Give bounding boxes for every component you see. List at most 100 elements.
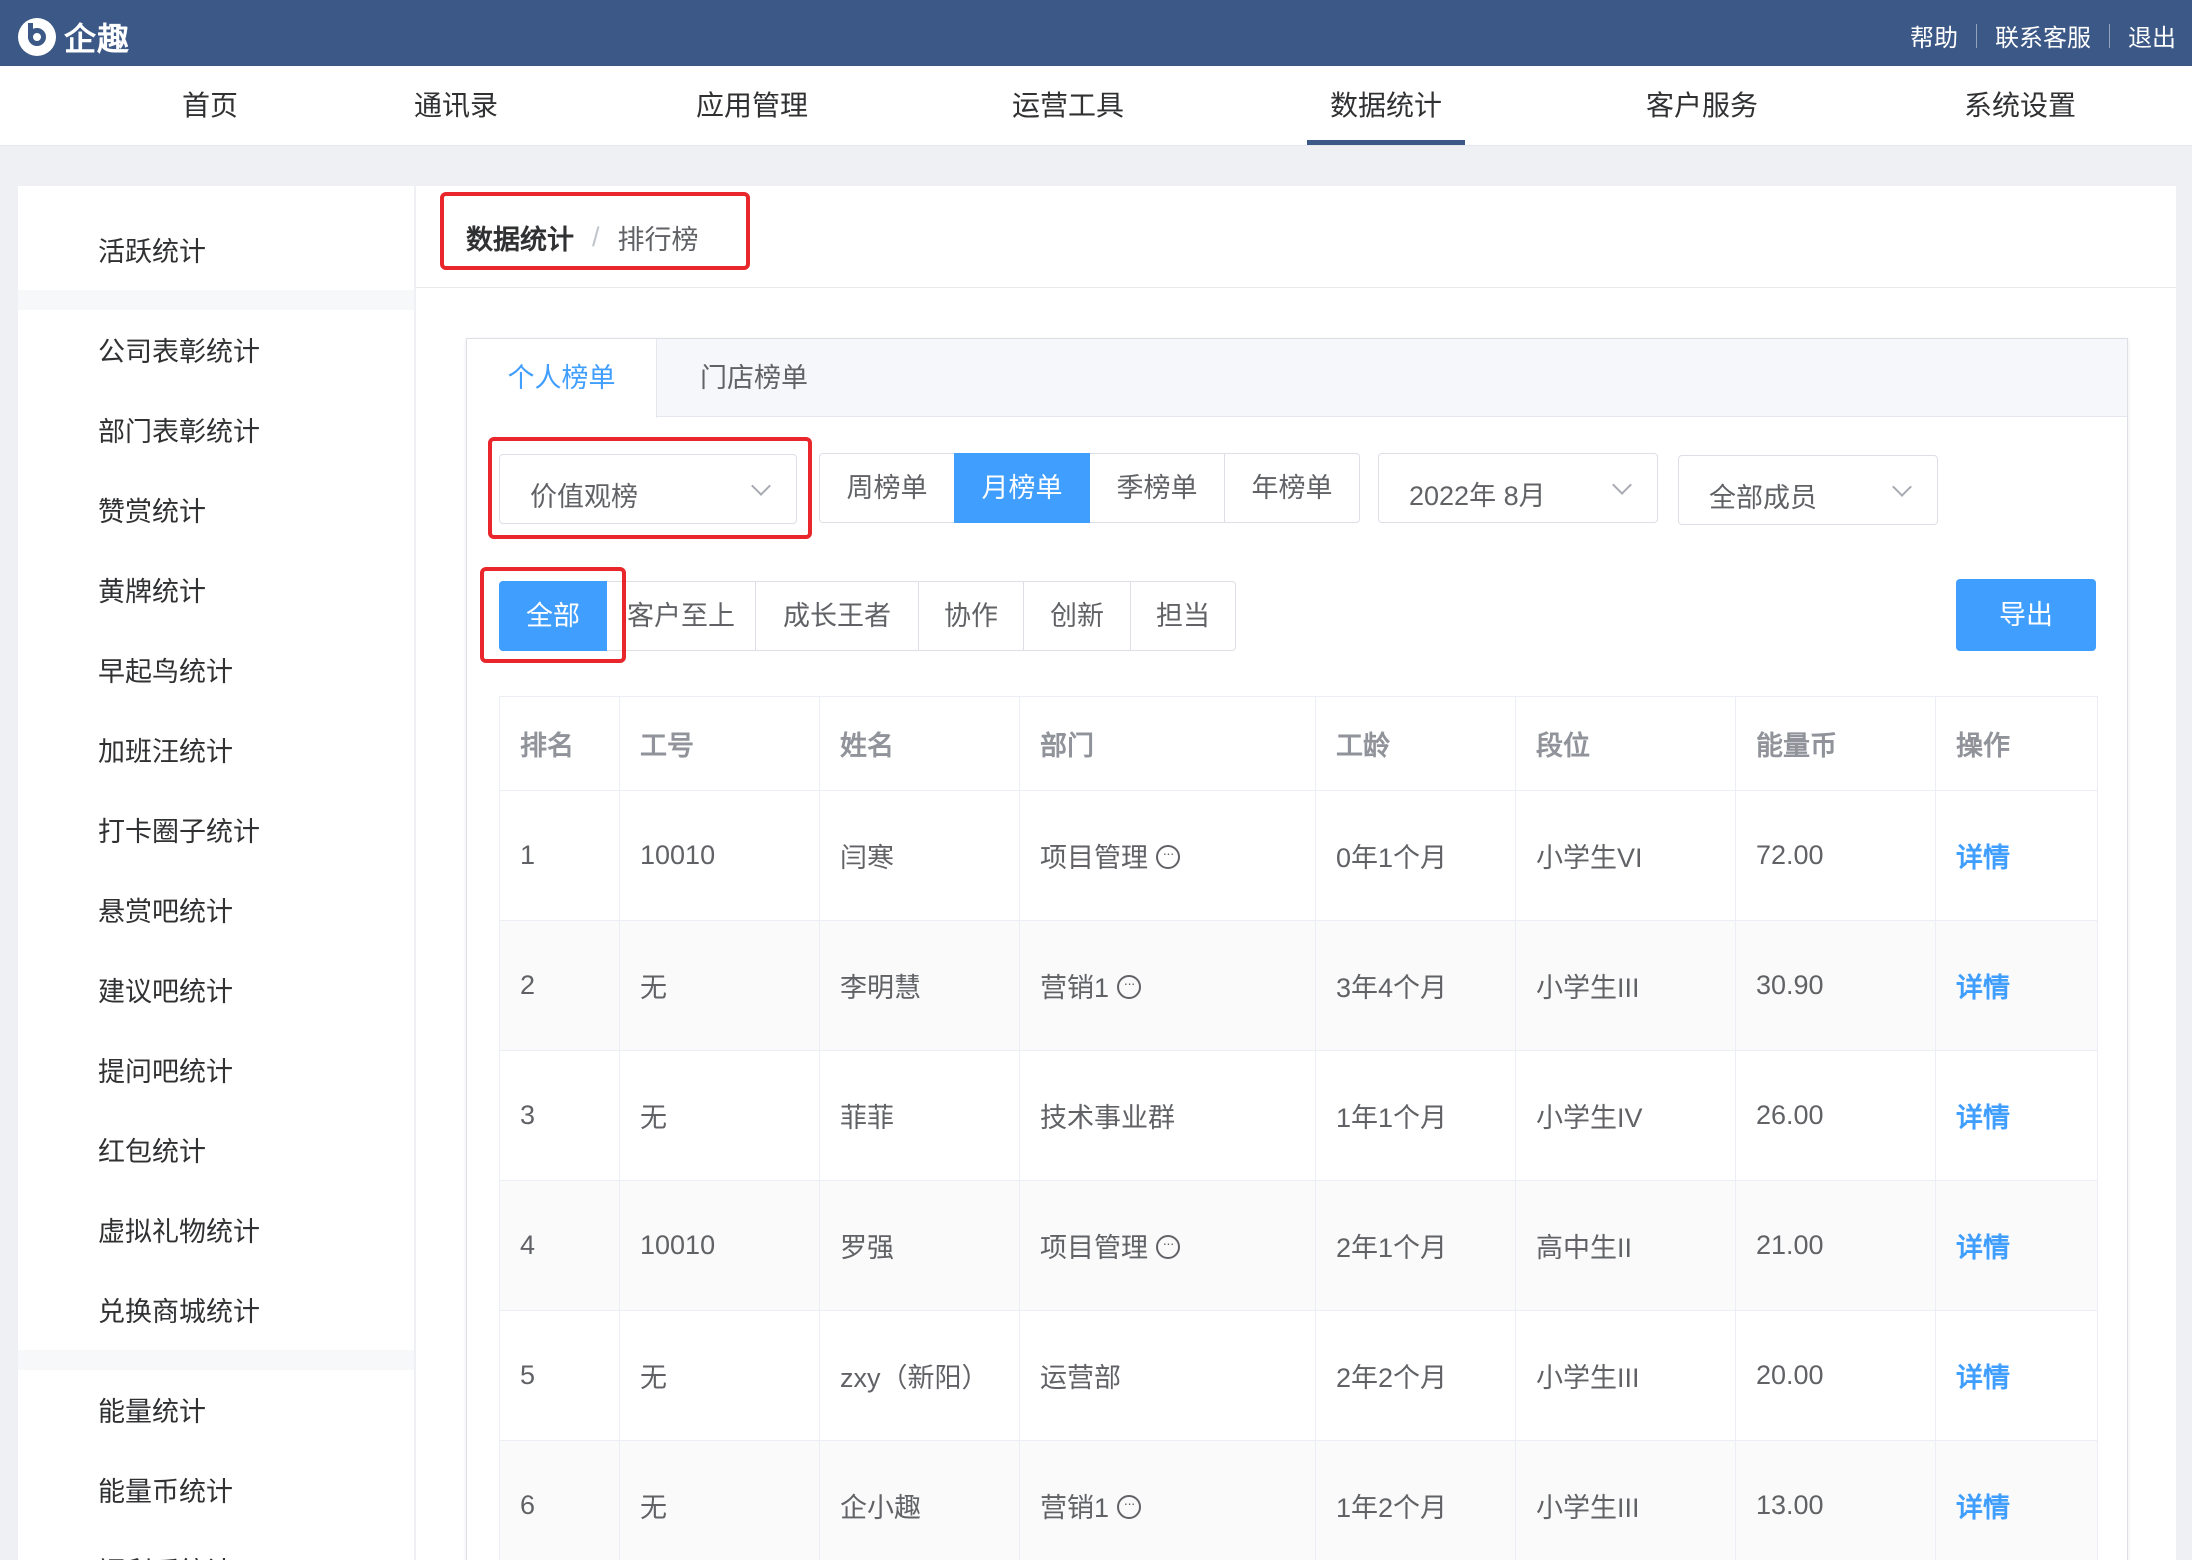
sidebar-item-bounty-stats[interactable]: 悬赏吧统计: [98, 890, 233, 929]
column-header-rank: 排名: [499, 696, 620, 791]
period-quarter-button[interactable]: 季榜单: [1089, 453, 1225, 523]
value-innovation-button[interactable]: 创新: [1023, 581, 1131, 651]
level-cell: 小学生III: [1515, 1440, 1736, 1560]
table-row: 3 无 菲菲 技术事业群 1年1个月 小学生IV 26.00 详情: [499, 1050, 2098, 1181]
value-responsibility-button[interactable]: 担当: [1130, 581, 1236, 651]
detail-link[interactable]: 详情: [1956, 1103, 2010, 1133]
main-content: 数据统计 / 排行榜 个人榜单 门店榜单 价值观榜 周榜单 月榜单 季榜单 年榜…: [416, 186, 2176, 1560]
value-growth-king-button[interactable]: 成长王者: [755, 581, 919, 651]
name-cell: 企小趣: [819, 1440, 1020, 1560]
logout-link[interactable]: 退出: [2128, 18, 2176, 53]
department-name: 项目管理: [1040, 843, 1148, 873]
nav-item-home[interactable]: 首页: [150, 66, 270, 146]
column-header-department: 部门: [1019, 696, 1316, 791]
sidebar-item-welfare-coin-stats[interactable]: 福利币统计: [98, 1550, 233, 1560]
sidebar-item-energy-coin-stats[interactable]: 能量币统计: [98, 1470, 233, 1509]
contact-support-link[interactable]: 联系客服: [1995, 18, 2091, 53]
detail-link[interactable]: 详情: [1956, 1493, 2010, 1523]
employee-id-cell: 无: [619, 1440, 820, 1560]
name-cell: 李明慧: [819, 920, 1020, 1051]
period-week-button[interactable]: 周榜单: [819, 453, 955, 523]
column-header-employee-id: 工号: [619, 696, 820, 791]
app-name: 企趣: [64, 21, 131, 57]
sidebar-item-red-packet-stats[interactable]: 红包统计: [98, 1130, 206, 1169]
level-cell: 高中生II: [1515, 1180, 1736, 1311]
sidebar-item-appreciation-stats[interactable]: 赞赏统计: [98, 490, 206, 529]
sidebar-item-activity-stats[interactable]: 活跃统计: [98, 230, 206, 269]
link-divider: [1976, 23, 1977, 48]
more-icon[interactable]: ···: [1156, 844, 1180, 869]
month-picker[interactable]: 2022年 8月: [1378, 453, 1658, 523]
column-header-actions: 操作: [1935, 696, 2098, 791]
nav-item-app-management[interactable]: 应用管理: [672, 66, 832, 146]
nav-item-customer-service[interactable]: 客户服务: [1622, 66, 1782, 146]
sidebar-item-checkin-circle-stats[interactable]: 打卡圈子统计: [98, 810, 260, 849]
energy-coins-cell: 13.00: [1735, 1440, 1936, 1560]
sidebar-item-virtual-gift-stats[interactable]: 虚拟礼物统计: [98, 1210, 260, 1249]
table-header-row: 排名 工号 姓名 部门 工龄 段位 能量币 操作: [499, 696, 2098, 791]
detail-link[interactable]: 详情: [1956, 1233, 2010, 1263]
tenure-cell: 1年2个月: [1315, 1440, 1516, 1560]
export-button[interactable]: 导出: [1956, 579, 2096, 651]
more-icon[interactable]: ···: [1156, 1234, 1180, 1259]
sidebar-item-overtime-stats[interactable]: 加班汪统计: [98, 730, 233, 769]
member-select[interactable]: 全部成员: [1678, 455, 1938, 525]
period-button-group: 周榜单 月榜单 季榜单 年榜单: [819, 453, 1360, 523]
sidebar: 活跃统计 公司表彰统计 部门表彰统计 赞赏统计 黄牌统计 早起鸟统计 加班汪统计…: [18, 186, 414, 1560]
breadcrumb-bar: 数据统计 / 排行榜: [416, 186, 2176, 288]
nav-item-contacts[interactable]: 通讯录: [386, 66, 526, 146]
sidebar-item-mall-exchange-stats[interactable]: 兑换商城统计: [98, 1290, 260, 1329]
sidebar-item-early-bird-stats[interactable]: 早起鸟统计: [98, 650, 233, 689]
period-year-button[interactable]: 年榜单: [1224, 453, 1360, 523]
more-icon[interactable]: ···: [1117, 974, 1142, 999]
value-collaboration-button[interactable]: 协作: [918, 581, 1024, 651]
highlight-box: [488, 437, 812, 539]
level-cell: 小学生III: [1515, 920, 1736, 1051]
department-name: 技术事业群: [1040, 1103, 1175, 1133]
detail-link[interactable]: 详情: [1956, 973, 2010, 1003]
sidebar-item-company-praise-stats[interactable]: 公司表彰统计: [98, 330, 260, 369]
name-cell: zxy（新阳）: [819, 1310, 1020, 1441]
sidebar-item-question-stats[interactable]: 提问吧统计: [98, 1050, 233, 1089]
tab-bar: 个人榜单 门店榜单: [467, 339, 2127, 418]
department-cell: 运营部: [1019, 1310, 1316, 1441]
actions-cell: 详情: [1935, 790, 2098, 921]
value-customer-first-button[interactable]: 客户至上: [606, 581, 756, 651]
app-logo[interactable]: 企趣: [18, 14, 130, 60]
table-row: 4 10010 罗强 项目管理 ··· 2年1个月 高中生II 21.00 详情: [499, 1180, 2098, 1311]
main-nav: 首页 通讯录 应用管理 运营工具 数据统计 客户服务 系统设置: [0, 66, 2192, 146]
level-cell: 小学生III: [1515, 1310, 1736, 1441]
value-all-button[interactable]: 全部: [499, 581, 607, 651]
detail-link[interactable]: 详情: [1956, 843, 2010, 873]
department-cell: 营销1 ···: [1019, 920, 1316, 1051]
energy-coins-cell: 30.90: [1735, 920, 1936, 1051]
member-value: 全部成员: [1709, 483, 1817, 513]
sidebar-item-energy-stats[interactable]: 能量统计: [98, 1390, 206, 1429]
top-links: 帮助 联系客服 退出: [1910, 18, 2176, 53]
more-icon[interactable]: ···: [1117, 1494, 1142, 1519]
table-row: 2 无 李明慧 营销1 ··· 3年4个月 小学生III 30.90 详情: [499, 920, 2098, 1051]
energy-coins-cell: 72.00: [1735, 790, 1936, 921]
tenure-cell: 2年2个月: [1315, 1310, 1516, 1441]
tab-personal-ranking[interactable]: 个人榜单: [467, 339, 657, 418]
nav-item-operation-tools[interactable]: 运营工具: [988, 66, 1148, 146]
nav-active-indicator: [1307, 140, 1465, 145]
help-link[interactable]: 帮助: [1910, 18, 1958, 53]
period-month-button[interactable]: 月榜单: [954, 453, 1090, 523]
nav-item-system-settings[interactable]: 系统设置: [1940, 66, 2100, 146]
name-cell: 罗强: [819, 1180, 1020, 1311]
column-header-energy-coins: 能量币: [1735, 696, 1936, 791]
nav-item-data-statistics[interactable]: 数据统计: [1306, 66, 1466, 146]
ranking-card: 个人榜单 门店榜单 价值观榜 周榜单 月榜单 季榜单 年榜单 2022年 8月 …: [466, 338, 2128, 1560]
highlight-box: [440, 192, 750, 270]
tab-store-ranking[interactable]: 门店榜单: [657, 339, 851, 418]
sidebar-item-yellow-card-stats[interactable]: 黄牌统计: [98, 570, 206, 609]
top-bar: 企趣 帮助 联系客服 退出: [0, 0, 2192, 66]
department-cell: 技术事业群: [1019, 1050, 1316, 1181]
rank-cell: 1: [499, 790, 620, 921]
rank-cell: 5: [499, 1310, 620, 1441]
sidebar-item-suggestion-stats[interactable]: 建议吧统计: [98, 970, 233, 1009]
sidebar-item-dept-praise-stats[interactable]: 部门表彰统计: [98, 410, 260, 449]
department-cell: 营销1 ···: [1019, 1440, 1316, 1560]
detail-link[interactable]: 详情: [1956, 1363, 2010, 1393]
